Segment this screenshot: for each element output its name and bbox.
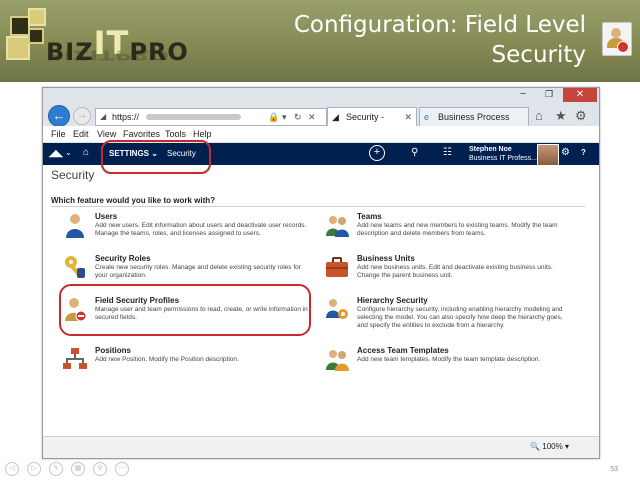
stop-icon[interactable]: ✕ [308, 109, 316, 125]
highlight-field-security-profiles [59, 284, 311, 336]
pen-icon[interactable]: ✎ [49, 462, 63, 476]
section-divider [51, 206, 585, 207]
forward-arrow-icon[interactable]: → [73, 107, 91, 125]
slide-header: BIZITPRO BIZITPRO Configuration: Field L… [0, 0, 640, 82]
slide-controls: ◁ ▷ ✎ ▦ ⚲ ⋯ [5, 462, 135, 476]
next-slide-icon[interactable]: ▷ [27, 462, 41, 476]
search-icon[interactable]: ⚲ [411, 147, 418, 158]
bizitpro-logo: BIZITPRO BIZITPRO [6, 6, 231, 80]
field-security-icon [602, 22, 632, 56]
feature-users[interactable]: Users Add new users. Edit information ab… [63, 212, 313, 246]
org-chart-icon [63, 348, 87, 369]
zoom-control[interactable]: 🔍 100% ▾ [530, 442, 569, 451]
browser-window: – ❐ ✕ ← → ◢ https:// 🔒 ▾ ↻ ✕ ◢ Security … [42, 87, 600, 459]
address-url: https:// [112, 112, 140, 122]
dynamics-logo-icon[interactable]: ◢◣ [49, 148, 63, 159]
tab-business-process[interactable]: e Business Process Ma... [419, 107, 529, 140]
feature-hierarchy-security[interactable]: Hierarchy Security Configure hierarchy s… [325, 296, 575, 330]
user-name[interactable]: Stephen Noe [469, 146, 512, 153]
advanced-find-icon[interactable]: ☷ [443, 147, 452, 158]
tab-close-icon[interactable]: ✕ [404, 108, 412, 126]
chevron-down-icon: ▾ [564, 442, 569, 451]
redacted-url [146, 114, 241, 120]
page-title: Security [51, 168, 95, 182]
user-org[interactable]: Business IT Profess... [469, 155, 537, 162]
hierarchy-security-icon [326, 299, 348, 319]
more-options-icon[interactable]: ⋯ [115, 462, 129, 476]
feature-positions[interactable]: Positions Add new Position. Modify the P… [63, 346, 313, 380]
page-number: 53 [610, 466, 618, 473]
menu-favorites[interactable]: Favorites [123, 129, 160, 139]
gear-icon[interactable]: ⚙ [575, 108, 587, 124]
back-arrow-icon[interactable]: ← [48, 105, 70, 127]
feature-access-team-templates[interactable]: Access Team Templates Add new team templ… [325, 346, 575, 380]
feature-security-roles[interactable]: Security Roles Create new security roles… [63, 254, 313, 288]
settings-gear-icon[interactable]: ⚙ [561, 147, 570, 158]
menu-help[interactable]: Help [193, 129, 212, 139]
refresh-icon[interactable]: ↻ [294, 109, 302, 125]
ie-logo-icon: e [424, 112, 430, 122]
zoom-icon: 🔍 [530, 442, 541, 451]
address-bar[interactable]: ◢ https:// 🔒 ▾ ↻ ✕ [95, 108, 327, 126]
help-icon[interactable]: ? [581, 148, 586, 157]
feature-business-units[interactable]: Business Units Add new business units. E… [325, 254, 575, 288]
highlight-settings [101, 140, 211, 174]
dropdown-icon[interactable]: ▾ [282, 109, 287, 125]
close-icon[interactable]: ✕ [563, 88, 597, 102]
maximize-icon[interactable]: ❐ [537, 88, 561, 102]
tab-security[interactable]: ◢ Security - Micros... ✕ [327, 107, 417, 140]
chevron-down-icon[interactable]: ⌄ [65, 148, 72, 157]
avatar[interactable] [537, 144, 559, 166]
favorites-star-icon[interactable]: ★ [555, 108, 567, 124]
site-logo-icon: ◢ [100, 112, 107, 121]
menu-file[interactable]: File [51, 129, 66, 139]
section-heading: Which feature would you like to work wit… [51, 196, 216, 205]
menu-view[interactable]: View [97, 129, 116, 139]
menu-tools[interactable]: Tools [165, 129, 186, 139]
user-icon [66, 214, 84, 238]
briefcase-icon [326, 257, 348, 277]
team-icon [326, 216, 349, 237]
lock-icon[interactable]: 🔒 [268, 109, 279, 125]
browser-toolbar: – ❐ ✕ ← → ◢ https:// 🔒 ▾ ↻ ✕ ◢ Security … [43, 88, 599, 140]
status-bar: 🔍 100% ▾ [43, 436, 599, 458]
feature-teams[interactable]: Teams Add new teams and new members to e… [325, 212, 575, 246]
zoom-icon[interactable]: ⚲ [93, 462, 107, 476]
home-icon[interactable]: ⌂ [83, 147, 89, 158]
home-icon[interactable]: ⌂ [535, 108, 543, 123]
slides-grid-icon[interactable]: ▦ [71, 462, 85, 476]
crm-logo-icon: ◢ [332, 112, 339, 122]
slide-title: Configuration: Field Level Security [293, 12, 586, 68]
key-icon [65, 256, 85, 278]
access-team-icon [326, 350, 349, 371]
previous-slide-icon[interactable]: ◁ [5, 462, 19, 476]
create-plus-icon[interactable]: + [369, 145, 385, 161]
menu-edit[interactable]: Edit [73, 129, 89, 139]
minimize-icon[interactable]: – [511, 88, 535, 102]
